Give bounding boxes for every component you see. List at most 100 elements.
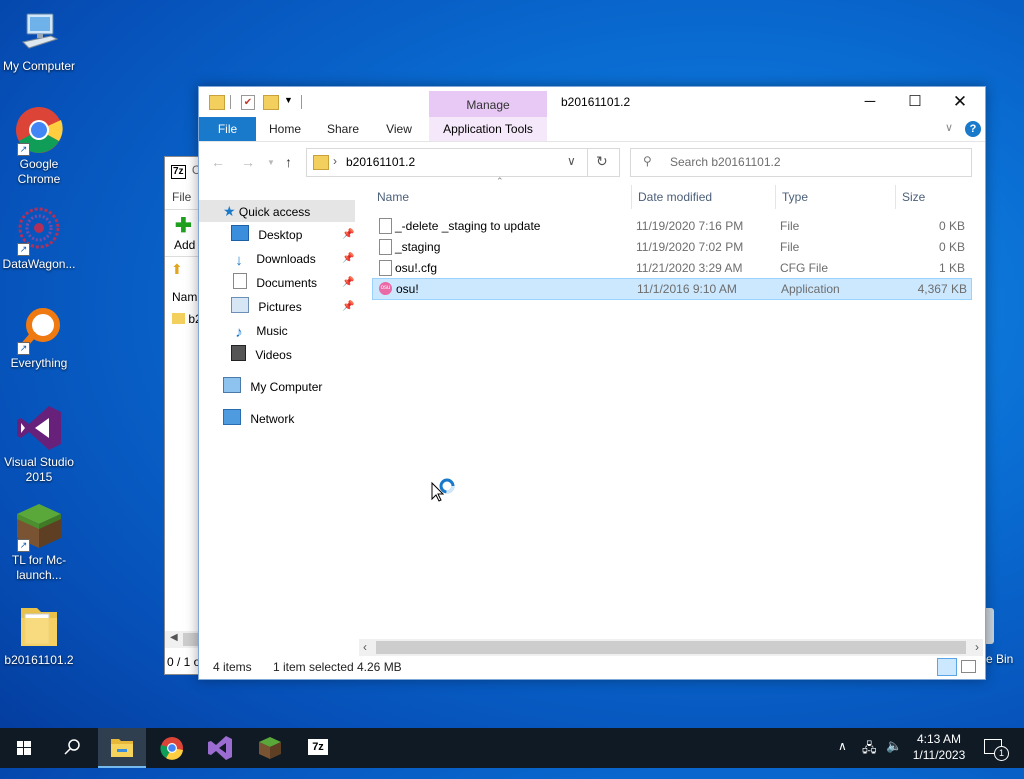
details-view-icon[interactable] — [937, 658, 957, 676]
notification-count-badge: 1 — [994, 746, 1009, 761]
pin-icon[interactable]: 📌 — [342, 229, 354, 240]
horizontal-scrollbar[interactable]: ‹ › — [359, 639, 983, 656]
desktop-icon-datawagon[interactable]: ↗ DataWagon... — [0, 206, 78, 272]
pin-icon[interactable]: 📌 — [342, 277, 354, 288]
file-explorer-window[interactable]: ✔ ▼ Manage b20161101.2 ─ ☐ ✕ File Home S… — [198, 86, 986, 680]
help-icon[interactable]: ? — [965, 121, 981, 137]
sidebar-item-my-computer[interactable]: My Computer — [223, 376, 322, 398]
taskbar-visual-studio[interactable] — [196, 728, 244, 768]
sidebar-item-downloads[interactable]: ↓ Downloads — [231, 248, 316, 270]
sidebar-item-network[interactable]: Network — [223, 408, 294, 430]
name-column-header[interactable]: Nam — [172, 290, 197, 304]
minimize-button[interactable]: ─ — [847, 87, 893, 117]
add-button[interactable]: Add — [174, 238, 195, 252]
up-icon[interactable]: ↑ — [285, 154, 292, 170]
scroll-right-icon[interactable]: › — [975, 640, 979, 654]
tab-file[interactable]: File — [199, 117, 256, 141]
file-row[interactable]: _staging 11/19/2020 7:02 PM File 0 KB — [373, 237, 971, 257]
scroll-left-icon[interactable]: ◀ — [170, 632, 178, 643]
file-row-selected[interactable]: osu osu! 11/1/2016 9:10 AM Application 4… — [372, 278, 972, 300]
pin-icon[interactable]: 📌 — [342, 253, 354, 264]
maximize-button[interactable]: ☐ — [892, 87, 938, 117]
search-input[interactable]: ⚲ Search b20161101.2 — [630, 148, 972, 177]
desktop-icon-visual-studio[interactable]: Visual Studio 2015 — [0, 404, 78, 485]
chrome-icon: ↗ — [15, 106, 63, 156]
column-header-type[interactable]: Type — [782, 185, 808, 209]
desktop-icon-folder[interactable]: b20161101.2 — [0, 602, 78, 668]
tab-view[interactable]: View — [373, 117, 425, 141]
breadcrumb[interactable]: b20161101.2 — [346, 155, 415, 169]
column-header-size[interactable]: Size — [902, 185, 925, 209]
taskbar-minecraft-launcher[interactable] — [246, 728, 294, 768]
network-tray-icon[interactable]: 🖧 — [862, 739, 877, 779]
back-icon[interactable]: ← — [211, 154, 225, 170]
file-list: ⌃ Name Date modified Type Size _-delete … — [365, 176, 983, 644]
clock[interactable]: 4:13 AM 1/11/2023 — [908, 728, 970, 768]
file-row[interactable]: osu!.cfg 11/21/2020 3:29 AM CFG File 1 K… — [373, 258, 971, 278]
close-button[interactable]: ✕ — [937, 87, 983, 117]
desktop-icon-minecraft[interactable]: ↗ TL for Mc-launch... — [0, 502, 78, 583]
scroll-thumb[interactable] — [376, 641, 966, 654]
taskbar-chrome[interactable] — [148, 728, 196, 768]
manage-tab[interactable]: Manage — [429, 91, 547, 119]
folder-icon — [172, 313, 185, 324]
taskbar-7zip[interactable]: 7z — [294, 728, 342, 768]
plus-icon: ✚ — [175, 215, 192, 237]
properties-icon[interactable]: ✔ — [241, 95, 255, 110]
navigation-bar: ← → ▼ ↑ › b20161101.2 ∨ ↻ ⚲ Search b2016… — [199, 142, 985, 182]
search-button[interactable] — [48, 728, 96, 768]
refresh-icon[interactable]: ↻ — [596, 153, 608, 170]
sidebar-item-desktop[interactable]: Desktop — [231, 224, 302, 246]
shortcut-arrow-icon: ↗ — [17, 143, 30, 156]
recycle-bin-label[interactable]: e Bin — [986, 652, 1013, 666]
sidebar-item-pictures[interactable]: Pictures — [231, 296, 302, 318]
large-icons-view-icon[interactable] — [961, 660, 976, 673]
up-folder-icon[interactable]: ⬆ — [171, 261, 183, 278]
desktop-icon-everything[interactable]: ↗ Everything — [0, 305, 78, 371]
action-center-button[interactable]: 1 — [980, 728, 1020, 768]
sort-ascending-icon: ⌃ — [496, 176, 504, 186]
column-separator[interactable] — [775, 185, 776, 209]
forward-icon[interactable]: → — [241, 154, 255, 170]
sidebar-item-label: Network — [250, 412, 295, 426]
column-separator[interactable] — [631, 185, 632, 209]
start-button[interactable] — [0, 728, 48, 768]
address-bar[interactable]: › b20161101.2 ∨ ↻ — [306, 148, 620, 177]
tab-share[interactable]: Share — [317, 117, 369, 141]
sidebar-item-label: Videos — [255, 348, 292, 362]
sidebar-item-music[interactable]: ♪ Music — [231, 320, 287, 342]
expand-ribbon-icon[interactable]: ∨ — [945, 121, 953, 134]
column-header-name[interactable]: Name — [377, 185, 409, 209]
sidebar-item-label: Downloads — [256, 252, 316, 266]
desktop-icon-label: Google Chrome — [17, 157, 61, 186]
desktop-icon-label: DataWagon... — [2, 257, 76, 271]
tab-home[interactable]: Home — [259, 117, 311, 141]
column-separator[interactable] — [895, 185, 896, 209]
scroll-left-icon[interactable]: ‹ — [363, 640, 367, 654]
file-date: 11/19/2020 7:16 PM — [636, 219, 744, 233]
column-header-date-modified[interactable]: Date modified — [638, 185, 712, 209]
taskbar-file-explorer[interactable] — [98, 728, 146, 768]
desktop-icon-chrome[interactable]: ↗ Google Chrome — [0, 106, 78, 187]
breadcrumb-chevron-icon[interactable]: › — [333, 154, 337, 168]
pin-icon[interactable]: 📌 — [342, 301, 354, 312]
tab-application-tools[interactable]: Application Tools — [429, 117, 547, 141]
desktop-icon-label: Everything — [10, 356, 68, 370]
osu-app-icon: osu — [379, 282, 392, 295]
file-icon — [379, 260, 392, 276]
volume-tray-icon[interactable]: 🔈 — [886, 738, 902, 778]
recent-locations-icon[interactable]: ▼ — [267, 158, 275, 167]
sidebar-item-quick-access[interactable]: ★ Quick access — [199, 200, 355, 222]
title-bar[interactable]: ✔ ▼ Manage b20161101.2 ─ ☐ ✕ — [199, 87, 985, 119]
file-date: 11/21/2020 3:29 AM — [636, 261, 743, 275]
sidebar-item-videos[interactable]: Videos — [231, 344, 292, 366]
address-dropdown-icon[interactable]: ∨ — [567, 154, 576, 168]
show-hidden-icons-button[interactable]: ∧ — [838, 739, 847, 779]
computer-icon — [223, 377, 241, 393]
sidebar-item-documents[interactable]: Documents — [231, 272, 317, 294]
customize-toolbar-icon[interactable]: ▼ — [284, 95, 293, 113]
new-folder-icon[interactable] — [263, 95, 279, 110]
desktop-icon-my-computer[interactable]: My Computer — [0, 8, 78, 74]
menu-file[interactable]: File — [172, 190, 191, 204]
file-row[interactable]: _-delete _staging to update 11/19/2020 7… — [373, 216, 971, 236]
